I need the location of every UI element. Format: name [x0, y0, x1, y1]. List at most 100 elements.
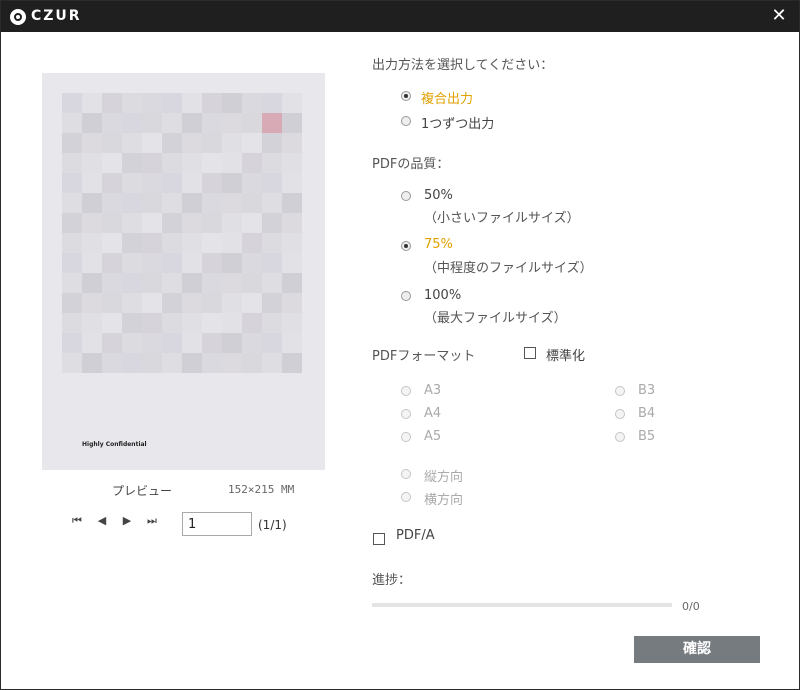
pdfa-label[interactable]: PDF/A: [396, 528, 435, 543]
size-a3-label[interactable]: A3: [424, 383, 441, 398]
mosaic-cell: [62, 93, 82, 113]
mosaic-cell: [222, 213, 242, 233]
mosaic-cell: [122, 273, 142, 293]
page-number-input[interactable]: [182, 512, 252, 536]
close-icon[interactable]: ✕: [769, 6, 789, 26]
format-heading: PDFフォーマット: [372, 349, 476, 364]
standardize-checkbox[interactable]: [524, 347, 536, 359]
landscape-label[interactable]: 横方向: [424, 489, 463, 508]
mosaic-cell: [102, 293, 122, 313]
confirm-button[interactable]: 確認: [634, 636, 760, 663]
mosaic-cell: [242, 213, 262, 233]
mosaic-cell: [142, 173, 162, 193]
quality-100-label[interactable]: 100%: [424, 288, 461, 303]
mosaic-cell: [202, 293, 222, 313]
output-combined-radio[interactable]: [401, 91, 411, 101]
mosaic-cell: [182, 293, 202, 313]
mosaic-cell: [162, 153, 182, 173]
standardize-label[interactable]: 標準化: [546, 345, 585, 364]
mosaic-cell: [202, 93, 222, 113]
mosaic-cell: [202, 133, 222, 153]
portrait-label[interactable]: 縦方向: [424, 466, 463, 485]
size-b3-label[interactable]: B3: [638, 383, 655, 398]
size-b3-radio[interactable]: [615, 386, 625, 396]
mosaic-cell: [222, 353, 242, 373]
size-b5-label[interactable]: B5: [638, 429, 655, 444]
mosaic-cell: [202, 113, 222, 133]
mosaic-cell: [122, 213, 142, 233]
quality-100-desc: （最大ファイルサイズ）: [424, 311, 567, 326]
mosaic-cell: [102, 173, 122, 193]
landscape-radio[interactable]: [401, 492, 411, 502]
mosaic-cell: [142, 253, 162, 273]
size-a4-label[interactable]: A4: [424, 406, 441, 421]
prev-page-icon[interactable]: ◀: [95, 514, 109, 528]
mosaic-cell: [222, 273, 242, 293]
mosaic-cell: [222, 133, 242, 153]
mosaic-cell: [142, 93, 162, 113]
mosaic-cell: [62, 253, 82, 273]
mosaic-cell: [282, 313, 302, 333]
size-b5-radio[interactable]: [615, 432, 625, 442]
mosaic-cell: [202, 173, 222, 193]
mosaic-cell: [202, 273, 222, 293]
portrait-radio[interactable]: [401, 469, 411, 479]
mosaic-cell: [122, 233, 142, 253]
quality-75-label[interactable]: 75%: [424, 237, 453, 252]
mosaic-cell: [122, 193, 142, 213]
mosaic-cell: [102, 193, 122, 213]
output-single-radio[interactable]: [401, 116, 411, 126]
mosaic-cell: [182, 113, 202, 133]
output-single-label[interactable]: 1つずつ出力: [421, 113, 494, 132]
page-size-label: 152×215 MM: [228, 483, 295, 496]
mosaic-cell: [222, 153, 242, 173]
next-page-icon[interactable]: ▶: [120, 514, 134, 528]
first-page-icon[interactable]: ⏮: [70, 514, 84, 528]
mosaic-cell: [262, 273, 282, 293]
size-b4-label[interactable]: B4: [638, 406, 655, 421]
mosaic-cell: [102, 353, 122, 373]
mosaic-cell: [162, 213, 182, 233]
quality-50-radio[interactable]: [401, 191, 411, 201]
mosaic-cell: [262, 293, 282, 313]
size-a5-radio[interactable]: [401, 432, 411, 442]
mosaic-cell: [182, 353, 202, 373]
mosaic-cell: [282, 173, 302, 193]
mosaic-cell: [82, 193, 102, 213]
mosaic-cell: [222, 233, 242, 253]
size-a5-label[interactable]: A5: [424, 429, 441, 444]
size-b4-radio[interactable]: [615, 409, 625, 419]
mosaic-cell: [62, 293, 82, 313]
size-a3-radio[interactable]: [401, 386, 411, 396]
mosaic-cell: [282, 353, 302, 373]
mosaic-cell: [182, 313, 202, 333]
mosaic-cell: [102, 313, 122, 333]
quality-50-label[interactable]: 50%: [424, 188, 453, 203]
mosaic-cell: [162, 193, 182, 213]
mosaic-cell: [262, 313, 282, 333]
pdfa-checkbox[interactable]: [373, 533, 385, 545]
mosaic-cell: [282, 113, 302, 133]
mosaic-cell: [282, 133, 302, 153]
mosaic-cell: [222, 293, 242, 313]
mosaic-cell: [202, 193, 222, 213]
mosaic-cell: [222, 193, 242, 213]
mosaic-cell: [102, 253, 122, 273]
mosaic-cell: [262, 93, 282, 113]
quality-100-radio[interactable]: [401, 291, 411, 301]
mosaic-cell: [102, 233, 122, 253]
quality-75-radio[interactable]: [401, 241, 411, 251]
mosaic-cell: [162, 273, 182, 293]
size-a4-radio[interactable]: [401, 409, 411, 419]
mosaic-cell: [282, 153, 302, 173]
mosaic-cell: [122, 333, 142, 353]
mosaic-cell: [82, 173, 102, 193]
mosaic-cell: [182, 173, 202, 193]
mosaic-cell: [62, 193, 82, 213]
output-combined-label[interactable]: 複合出力: [421, 88, 473, 107]
last-page-icon[interactable]: ⏭: [145, 514, 159, 528]
mosaic-cell: [122, 93, 142, 113]
mosaic-cell: [82, 333, 102, 353]
mosaic-cell: [142, 293, 162, 313]
mosaic-cell: [182, 213, 202, 233]
